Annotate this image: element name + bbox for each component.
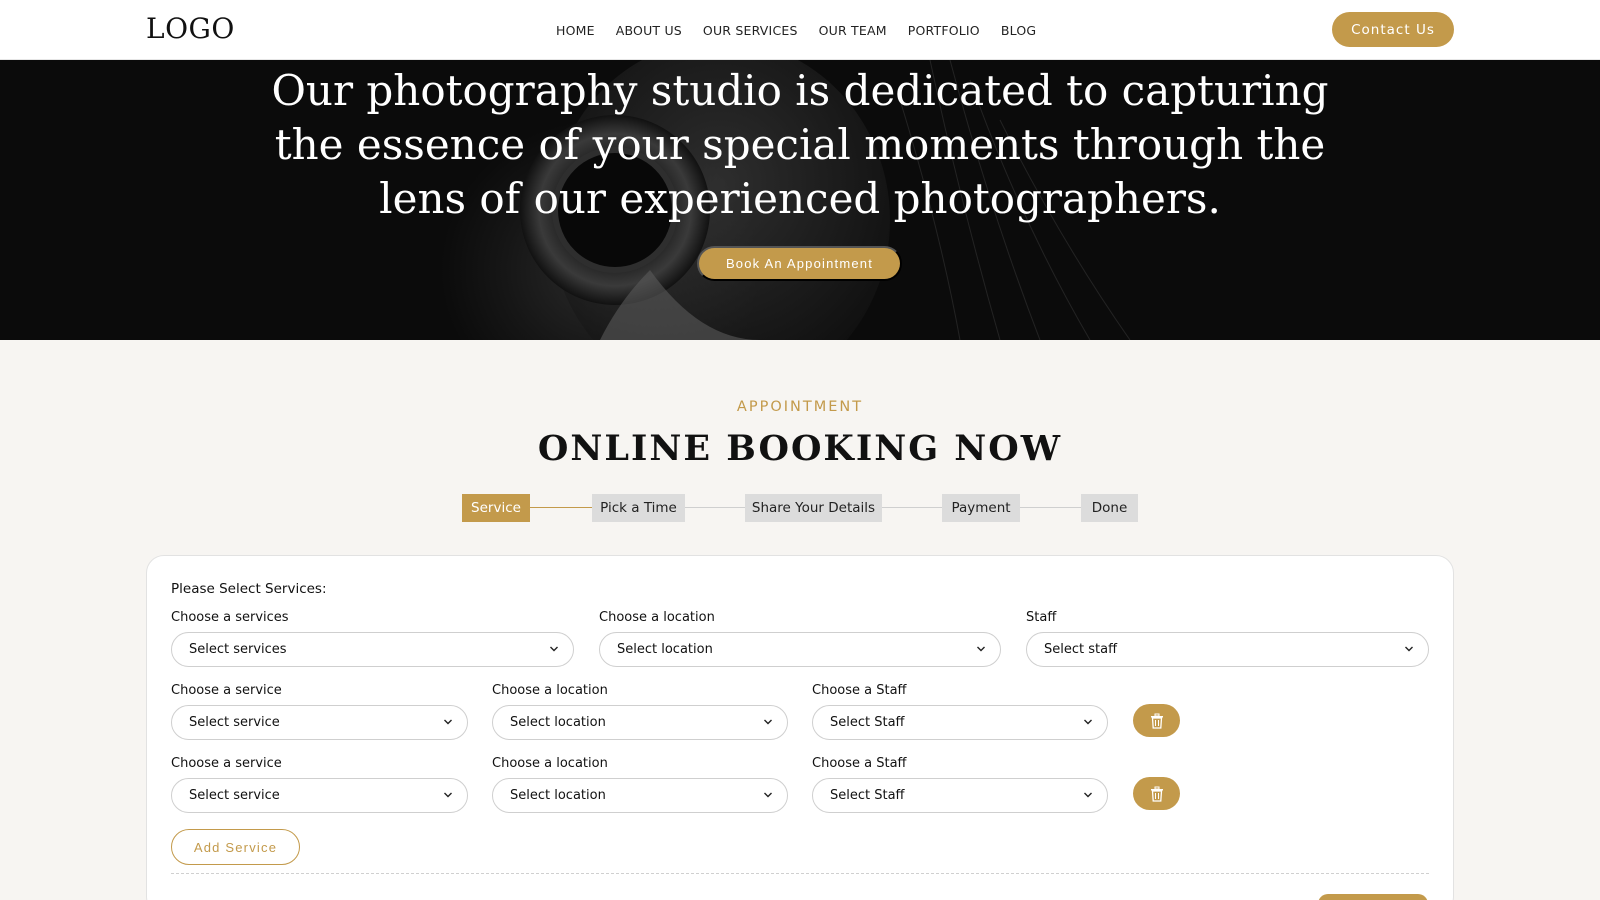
staff-select-value: Select staff: [1044, 642, 1118, 657]
step-pick-a-time[interactable]: Pick a Time: [592, 494, 685, 522]
staff-select-value: Select Staff: [830, 788, 905, 803]
staff-label: Staff: [1026, 610, 1057, 625]
nav-home[interactable]: HOME: [556, 23, 595, 38]
chevron-down-icon: [1084, 792, 1092, 798]
chevron-down-icon: [1405, 646, 1413, 652]
services-select[interactable]: Select services: [171, 632, 574, 667]
hero-headline-line-1: Our photography studio is dedicated to c…: [271, 66, 1329, 115]
service-select[interactable]: Select service: [171, 705, 468, 740]
staff-select-value: Select Staff: [830, 715, 905, 730]
service-select[interactable]: Select service: [171, 778, 468, 813]
logo[interactable]: LOGO: [146, 12, 235, 45]
delete-row-button[interactable]: [1133, 777, 1180, 810]
step-connector: [1020, 507, 1081, 508]
trash-icon: [1150, 786, 1163, 802]
step-payment[interactable]: Payment: [942, 494, 1020, 522]
chevron-down-icon: [444, 719, 452, 725]
form-divider: [171, 873, 1429, 874]
location-label: Choose a location: [492, 683, 608, 698]
chevron-down-icon: [444, 792, 452, 798]
chevron-down-icon: [1084, 719, 1092, 725]
service-select-value: Select service: [189, 788, 280, 803]
step-connector: [685, 507, 745, 508]
location-select-value: Select location: [510, 715, 606, 730]
location-label: Choose a location: [492, 756, 608, 771]
chevron-down-icon: [764, 792, 772, 798]
book-appointment-button[interactable]: Book An Appointment: [697, 246, 902, 281]
chevron-down-icon: [977, 646, 985, 652]
location-select[interactable]: Select location: [599, 632, 1001, 667]
location-select[interactable]: Select location: [492, 778, 788, 813]
trash-icon: [1150, 713, 1163, 729]
next-button[interactable]: [1318, 894, 1428, 900]
location-select-value: Select location: [617, 642, 713, 657]
staff-select[interactable]: Select Staff: [812, 778, 1108, 813]
step-connector: [530, 507, 592, 508]
location-label: Choose a location: [599, 610, 715, 625]
section-title: ONLINE BOOKING NOW: [537, 428, 1063, 469]
chevron-down-icon: [550, 646, 558, 652]
service-select-value: Select service: [189, 715, 280, 730]
staff-select[interactable]: Select Staff: [812, 705, 1108, 740]
location-select[interactable]: Select location: [492, 705, 788, 740]
nav-our-team[interactable]: OUR TEAM: [819, 23, 887, 38]
service-label: Choose a service: [171, 683, 282, 698]
staff-select[interactable]: Select staff: [1026, 632, 1429, 667]
delete-row-button[interactable]: [1133, 704, 1180, 737]
hero-headline-line-2: the essence of your special moments thro…: [274, 120, 1326, 169]
step-service[interactable]: Service: [462, 494, 530, 522]
step-done[interactable]: Done: [1081, 494, 1138, 522]
hero-banner: Our photography studio is dedicated to c…: [0, 60, 1600, 340]
section-eyebrow: APPOINTMENT: [736, 399, 864, 415]
services-select-value: Select services: [189, 642, 287, 657]
main-nav: HOME ABOUT US OUR SERVICES OUR TEAM PORT…: [556, 23, 1036, 38]
hero-headline: Our photography studio is dedicated to c…: [250, 64, 1350, 226]
nav-our-services[interactable]: OUR SERVICES: [703, 23, 798, 38]
form-title: Please Select Services:: [171, 581, 327, 597]
staff-label: Choose a Staff: [812, 683, 907, 698]
contact-us-button[interactable]: Contact Us: [1332, 12, 1454, 47]
nav-portfolio[interactable]: PORTFOLIO: [908, 23, 980, 38]
services-label: Choose a services: [171, 610, 289, 625]
step-connector: [882, 507, 942, 508]
step-share-your-details[interactable]: Share Your Details: [745, 494, 882, 522]
booking-steps: Service Pick a Time Share Your Details P…: [462, 494, 1138, 522]
staff-label: Choose a Staff: [812, 756, 907, 771]
chevron-down-icon: [764, 719, 772, 725]
nav-about-us[interactable]: ABOUT US: [616, 23, 682, 38]
site-header: LOGO HOME ABOUT US OUR SERVICES OUR TEAM…: [0, 0, 1600, 60]
location-select-value: Select location: [510, 788, 606, 803]
hero-headline-line-3: lens of our experienced photographers.: [379, 174, 1221, 223]
add-service-button[interactable]: Add Service: [171, 829, 300, 865]
nav-blog[interactable]: BLOG: [1001, 23, 1036, 38]
service-label: Choose a service: [171, 756, 282, 771]
